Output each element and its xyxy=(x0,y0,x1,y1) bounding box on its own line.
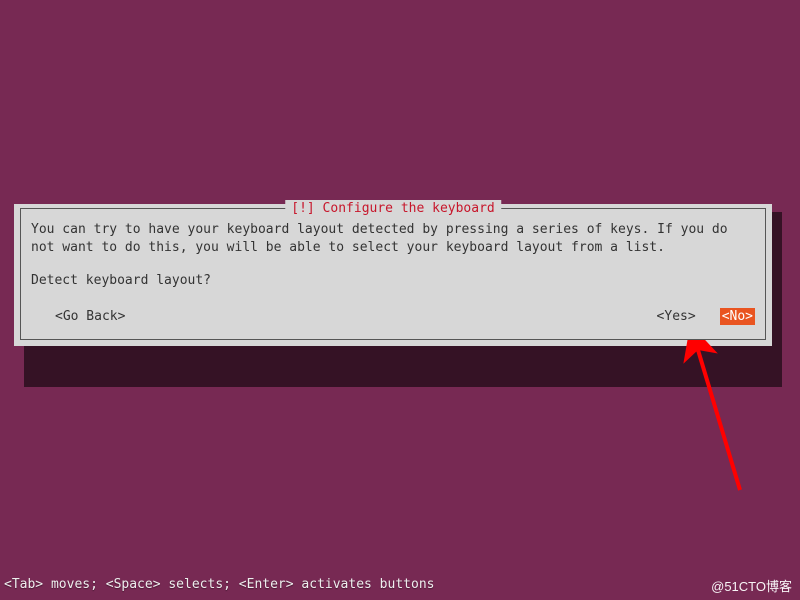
dialog-frame: [!] Configure the keyboard You can try t… xyxy=(20,208,766,340)
hint-bar: <Tab> moves; <Space> selects; <Enter> ac… xyxy=(4,576,434,594)
yes-button[interactable]: <Yes> xyxy=(657,308,696,326)
dialog-title: [!] Configure the keyboard xyxy=(285,200,501,218)
go-back-button[interactable]: <Go Back> xyxy=(55,308,125,326)
dialog-prompt: Detect keyboard layout? xyxy=(31,272,755,290)
no-button[interactable]: <No> xyxy=(720,308,755,326)
watermark: @51CTO博客 xyxy=(711,578,792,596)
dialog: [!] Configure the keyboard You can try t… xyxy=(14,204,772,346)
dialog-body-text: You can try to have your keyboard layout… xyxy=(31,221,755,256)
button-row: <Go Back> <Yes> <No> xyxy=(31,308,755,326)
